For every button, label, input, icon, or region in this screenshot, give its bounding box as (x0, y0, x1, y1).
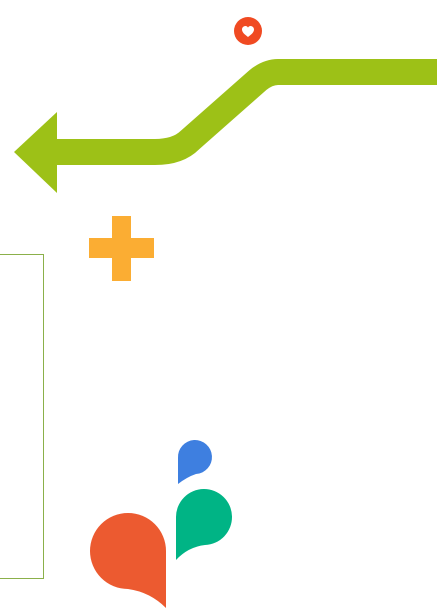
heart-badge-icon (234, 17, 262, 45)
illustration-svg (14, 17, 437, 608)
plus-icon (89, 216, 154, 281)
drops-logo-icon (90, 440, 233, 608)
arrow-left-icon (14, 59, 437, 193)
outline-frame (0, 254, 44, 579)
illustration-canvas (0, 0, 437, 608)
